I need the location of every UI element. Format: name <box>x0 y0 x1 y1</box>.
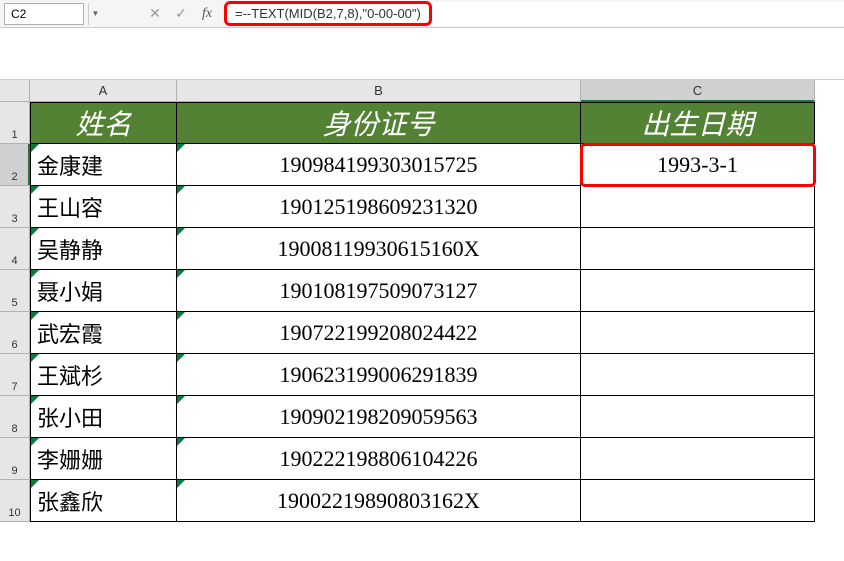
row-header-5[interactable]: 5 <box>0 270 30 312</box>
cell-name[interactable]: 吴静静 <box>30 228 177 270</box>
cell-id[interactable]: 190902198209059563 <box>177 396 581 438</box>
error-indicator-icon <box>31 354 39 362</box>
table-row: 张小田 190902198209059563 <box>30 396 815 438</box>
error-indicator-icon <box>31 228 39 236</box>
error-indicator-icon <box>177 270 185 278</box>
cell-id[interactable]: 190125198609231320 <box>177 186 581 228</box>
cell-name[interactable]: 李姗姗 <box>30 438 177 480</box>
row-header-7[interactable]: 7 <box>0 354 30 396</box>
cell-id[interactable]: 19002219890803162X <box>177 480 581 522</box>
cell-name[interactable]: 张小田 <box>30 396 177 438</box>
row-header-3[interactable]: 3 <box>0 186 30 228</box>
error-indicator-icon <box>31 312 39 320</box>
column-headers: A B C <box>0 80 844 102</box>
error-indicator-icon <box>177 312 185 320</box>
error-indicator-icon <box>31 186 39 194</box>
header-cell-name[interactable]: 姓名 <box>30 102 177 144</box>
cell-birthdate[interactable]: 1993-3-1 <box>581 144 815 186</box>
formula-input[interactable]: =--TEXT(MID(B2,7,8),"0-00-00") <box>224 2 844 26</box>
error-indicator-icon <box>31 270 39 278</box>
cell-id[interactable]: 190722199208024422 <box>177 312 581 354</box>
table-row: 武宏霞 190722199208024422 <box>30 312 815 354</box>
row-headers: 1 2 3 4 5 6 7 8 9 10 <box>0 102 30 522</box>
cell-name[interactable]: 金康建 <box>30 144 177 186</box>
error-indicator-icon <box>177 144 185 152</box>
cell-birthdate[interactable] <box>581 438 815 480</box>
cell-name[interactable]: 王山容 <box>30 186 177 228</box>
table-row: 聂小娟 190108197509073127 <box>30 270 815 312</box>
name-box[interactable]: C2 <box>4 3 84 25</box>
cell-name[interactable]: 聂小娟 <box>30 270 177 312</box>
header-cell-id[interactable]: 身份证号 <box>177 102 581 144</box>
fx-icon[interactable]: fx <box>194 3 220 25</box>
cell-birthdate[interactable] <box>581 228 815 270</box>
error-indicator-icon <box>177 354 185 362</box>
table-row: 李姗姗 190222198806104226 <box>30 438 815 480</box>
row-header-6[interactable]: 6 <box>0 312 30 354</box>
cell-id[interactable]: 19008119930615160X <box>177 228 581 270</box>
table-row: 金康建 190984199303015725 1993-3-1 <box>30 144 815 186</box>
error-indicator-icon <box>177 186 185 194</box>
cell-birthdate[interactable] <box>581 480 815 522</box>
col-header-c[interactable]: C <box>581 80 815 102</box>
cell-id[interactable]: 190623199006291839 <box>177 354 581 396</box>
header-cell-birthdate[interactable]: 出生日期 <box>581 102 815 144</box>
error-indicator-icon <box>177 228 185 236</box>
error-indicator-icon <box>177 396 185 404</box>
table-row: 王山容 190125198609231320 <box>30 186 815 228</box>
sheet-grid: 1 2 3 4 5 6 7 8 9 10 姓名 身份证号 出生日期 金康建 19… <box>0 102 844 522</box>
cell-id[interactable]: 190984199303015725 <box>177 144 581 186</box>
row-header-9[interactable]: 9 <box>0 438 30 480</box>
table-row: 张鑫欣 19002219890803162X <box>30 480 815 522</box>
row-header-4[interactable]: 4 <box>0 228 30 270</box>
cell-name[interactable]: 武宏霞 <box>30 312 177 354</box>
table-row: 吴静静 19008119930615160X <box>30 228 815 270</box>
col-header-a[interactable]: A <box>30 80 177 102</box>
error-indicator-icon <box>31 396 39 404</box>
grid-body: 姓名 身份证号 出生日期 金康建 190984199303015725 1993… <box>30 102 815 522</box>
col-header-b[interactable]: B <box>177 80 581 102</box>
formula-buttons: ✕ ✓ fx <box>142 3 220 25</box>
table-row: 王斌杉 190623199006291839 <box>30 354 815 396</box>
row-header-8[interactable]: 8 <box>0 396 30 438</box>
cell-birthdate[interactable] <box>581 354 815 396</box>
error-indicator-icon <box>31 144 39 152</box>
cell-birthdate[interactable] <box>581 270 815 312</box>
error-indicator-icon <box>31 438 39 446</box>
row-header-2[interactable]: 2 <box>0 144 30 186</box>
error-indicator-icon <box>31 480 39 488</box>
cell-birthdate[interactable] <box>581 186 815 228</box>
select-all-corner[interactable] <box>0 80 30 102</box>
name-box-dropdown-icon[interactable]: ▼ <box>88 3 102 25</box>
cell-id[interactable]: 190108197509073127 <box>177 270 581 312</box>
cell-name[interactable]: 王斌杉 <box>30 354 177 396</box>
row-header-1[interactable]: 1 <box>0 102 30 144</box>
row-header-10[interactable]: 10 <box>0 480 30 522</box>
confirm-icon[interactable]: ✓ <box>168 3 194 25</box>
name-box-value: C2 <box>11 7 26 21</box>
cell-name[interactable]: 张鑫欣 <box>30 480 177 522</box>
cancel-icon[interactable]: ✕ <box>142 3 168 25</box>
formula-bar: C2 ▼ ✕ ✓ fx =--TEXT(MID(B2,7,8),"0-00-00… <box>0 0 844 28</box>
cell-birthdate[interactable] <box>581 312 815 354</box>
table-row: 姓名 身份证号 出生日期 <box>30 102 815 144</box>
cell-id[interactable]: 190222198806104226 <box>177 438 581 480</box>
cell-birthdate[interactable] <box>581 396 815 438</box>
error-indicator-icon <box>177 480 185 488</box>
formula-text: =--TEXT(MID(B2,7,8),"0-00-00") <box>224 1 432 26</box>
error-indicator-icon <box>177 438 185 446</box>
expanded-formula-area <box>0 28 844 80</box>
